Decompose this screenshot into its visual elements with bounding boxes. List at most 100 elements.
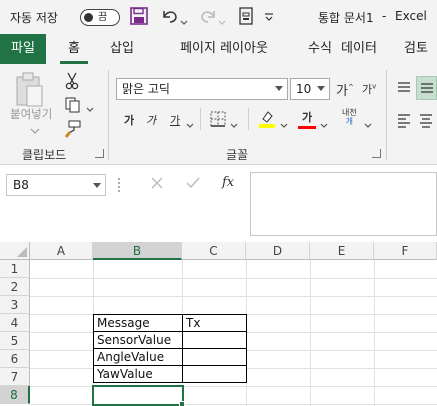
format-painter-icon[interactable]: [64, 120, 82, 141]
autosave-toggle[interactable]: 끔: [80, 9, 120, 26]
phonetic-button[interactable]: 내천 개: [342, 108, 357, 126]
row-header-2[interactable]: 2: [0, 278, 30, 296]
cell-b4[interactable]: Message: [93, 314, 183, 332]
tab-review[interactable]: 검토: [398, 34, 434, 64]
align-left-icon[interactable]: [396, 112, 412, 131]
customize-toolbar-icon[interactable]: [264, 11, 274, 25]
row-header-7[interactable]: 7: [0, 368, 30, 386]
border-icon[interactable]: [210, 111, 226, 130]
tab-home-label: 홈: [68, 41, 80, 56]
cell-b5[interactable]: SensorValue: [93, 331, 183, 349]
insert-function-button[interactable]: fx: [222, 175, 234, 190]
formula-input[interactable]: [250, 172, 437, 236]
phonetic-dropdown-icon[interactable]: [364, 118, 372, 132]
column-header-f[interactable]: F: [374, 242, 437, 260]
clipboard-launcher-icon[interactable]: [95, 149, 104, 158]
tab-insert[interactable]: 삽입: [102, 34, 142, 64]
align-center-icon[interactable]: [418, 112, 434, 131]
align-middle-icon: [421, 83, 433, 93]
select-all-button[interactable]: [0, 242, 30, 260]
fill-handle[interactable]: [179, 401, 185, 406]
group-separator: [386, 70, 387, 160]
column-header-d[interactable]: D: [246, 242, 310, 260]
paste-label: 붙여넣기: [10, 107, 53, 121]
align-middle-button[interactable]: [416, 76, 437, 100]
column-header-b[interactable]: B: [93, 242, 182, 260]
highlight-icon[interactable]: [258, 109, 276, 132]
shrink-font-label: 가: [362, 83, 373, 96]
tab-page-layout[interactable]: 페이지 레이아웃: [160, 34, 288, 64]
autosave-state: 끔: [98, 12, 108, 23]
row-header-3[interactable]: 3: [0, 296, 30, 314]
border-dropdown-icon[interactable]: [230, 118, 238, 132]
highlight-dropdown-icon[interactable]: [280, 118, 288, 132]
undo-dropdown-icon[interactable]: [180, 15, 188, 29]
underline-dropdown-icon[interactable]: [186, 118, 194, 132]
tab-data[interactable]: 데이터: [334, 34, 384, 64]
document-title: 통합 문서1: [318, 11, 374, 25]
enter-icon[interactable]: [186, 176, 200, 194]
cell-c6[interactable]: [182, 348, 247, 366]
font-color-label: 가: [301, 111, 313, 124]
font-size-select[interactable]: 10: [290, 78, 330, 100]
group-separator: [108, 70, 109, 160]
cell-b6[interactable]: AngleValue: [93, 348, 183, 366]
save-icon[interactable]: [130, 7, 148, 28]
chevron-down-icon: [93, 183, 101, 188]
worksheet-grid: A B C D E F 1 2 3 4 5 6 7 8 Message Tx S…: [0, 242, 437, 406]
cut-icon[interactable]: [64, 72, 80, 93]
tab-home[interactable]: 홈: [60, 34, 88, 64]
autosave-label: 자동 저장: [10, 11, 58, 25]
tab-file[interactable]: 파일: [0, 34, 46, 64]
column-header-e[interactable]: E: [310, 242, 374, 260]
group-separator: [200, 108, 201, 130]
copy-dropdown-icon[interactable]: [86, 102, 94, 116]
app-name: Excel: [395, 9, 427, 23]
form-icon[interactable]: [238, 7, 254, 28]
grow-font-button[interactable]: 가^: [336, 80, 354, 99]
shrink-font-button[interactable]: 가v: [362, 81, 376, 97]
redo-icon[interactable]: [198, 7, 218, 28]
toggle-knob: [84, 13, 93, 22]
row-header-1[interactable]: 1: [0, 260, 30, 278]
cell-c7[interactable]: [182, 365, 247, 383]
name-box-value: B8: [13, 178, 29, 192]
font-color-swatch: [298, 126, 316, 129]
grid-line: [310, 260, 311, 406]
cancel-icon[interactable]: [150, 176, 164, 194]
grid-line: [30, 296, 437, 297]
paste-dropdown-icon[interactable]: [30, 124, 40, 138]
clipboard-group-label: 클립보드: [22, 148, 67, 162]
tab-formulas[interactable]: 수식: [306, 34, 334, 64]
font-color-button[interactable]: 가: [298, 109, 316, 129]
font-launcher-icon[interactable]: [372, 149, 381, 158]
bold-button[interactable]: 가: [124, 112, 134, 128]
italic-button[interactable]: 가: [146, 112, 156, 128]
cell-b7[interactable]: YawValue: [93, 365, 183, 383]
undo-icon[interactable]: [160, 7, 180, 28]
row-header-6[interactable]: 6: [0, 350, 30, 368]
row-header-5[interactable]: 5: [0, 332, 30, 350]
font-name-select[interactable]: 맑은 고딕: [116, 78, 288, 100]
name-box[interactable]: B8: [6, 174, 106, 196]
font-color-dropdown-icon[interactable]: [320, 118, 328, 132]
row-header-4[interactable]: 4: [0, 314, 30, 332]
font-group-label: 글꼴: [226, 148, 249, 162]
resize-handle[interactable]: [118, 178, 122, 192]
redo-dropdown-icon[interactable]: [218, 15, 226, 29]
align-top-icon[interactable]: [396, 80, 412, 99]
ribbon-tabs: 파일 홈 삽입 페이지 레이아웃 수식 데이터 검토: [0, 34, 437, 64]
column-header-a[interactable]: A: [30, 242, 93, 260]
underline-button[interactable]: 가: [170, 112, 180, 128]
title-bar: 자동 저장 끔 통합 문서1 - Excel: [0, 0, 437, 34]
ribbon: 붙여넣기 클립보드 맑은 고딕 10 가^ 가v 가 가 가 가 내천 개 글꼴: [0, 64, 437, 165]
grid-line: [30, 278, 437, 279]
row-header-8[interactable]: 8: [0, 386, 30, 404]
phonetic-label-top: 내천: [342, 108, 357, 117]
chevron-down-icon: [275, 86, 283, 91]
column-header-c[interactable]: C: [182, 242, 246, 260]
cell-c4[interactable]: Tx: [182, 314, 247, 332]
cell-c5[interactable]: [182, 331, 247, 349]
selected-cell-b8[interactable]: [92, 385, 184, 406]
copy-icon[interactable]: [64, 96, 82, 117]
